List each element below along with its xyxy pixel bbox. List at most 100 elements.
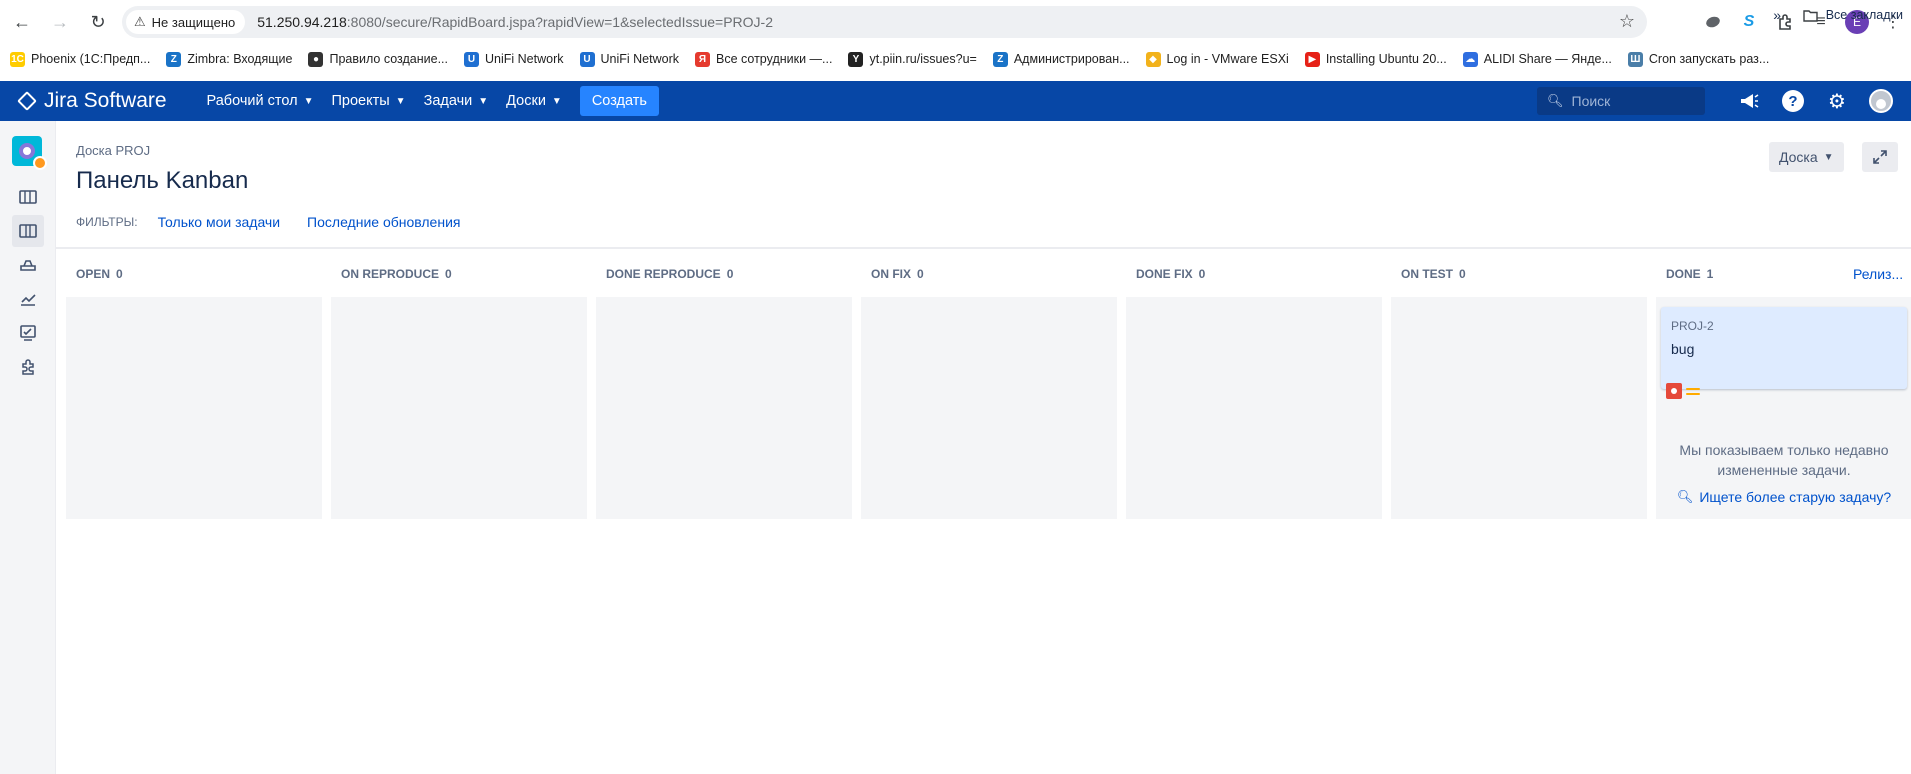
search-icon: 🔍︎ xyxy=(1676,489,1694,504)
bookmark-label: Log in - VMware ESXi xyxy=(1166,52,1289,66)
address-bar[interactable]: ⚠ Не защищено 51.250.94.218:8080/secure/… xyxy=(122,6,1647,38)
column-on-test[interactable] xyxy=(1391,297,1647,519)
bookmark-item[interactable]: ● Правило создание... xyxy=(308,51,448,67)
bookmark-label: Installing Ubuntu 20... xyxy=(1325,52,1447,66)
breadcrumb[interactable]: Доска PROJ xyxy=(76,143,150,158)
zimbra-icon: Z xyxy=(166,51,182,67)
folder-icon xyxy=(1803,9,1818,22)
column-done[interactable]: PROJ-2 bug Мы показываем только недавно … xyxy=(1656,297,1911,519)
issue-key[interactable]: PROJ-2 xyxy=(1671,319,1714,333)
all-bookmarks[interactable]: Все закладки xyxy=(1803,0,1903,30)
chevron-down-icon: ▼ xyxy=(551,95,562,107)
security-chip[interactable]: ⚠ Не защищено xyxy=(126,10,246,34)
header-right: 🔍︎ Поиск ? ⚙ xyxy=(1537,81,1903,121)
bookmark-item[interactable]: Z Zimbra: Входящие xyxy=(166,51,292,67)
unifi-icon: U xyxy=(464,51,479,67)
chevron-down-icon: ▼ xyxy=(303,95,314,107)
bookmark-item[interactable]: ☁ ALIDI Share — Янде... xyxy=(1462,51,1612,67)
sidebar-backlog-icon[interactable] xyxy=(12,181,44,213)
column-header-done-fix: DONE FIX 0 xyxy=(1136,267,1206,281)
fullscreen-expand-icon[interactable] xyxy=(1862,142,1898,172)
column-header-done: DONE 1 xyxy=(1666,267,1714,281)
jira-logo[interactable]: Jira Software xyxy=(17,89,167,113)
menu-issues-label: Задачи xyxy=(423,93,473,109)
bookmark-item[interactable]: U UniFi Network xyxy=(464,51,564,67)
create-button[interactable]: Создать xyxy=(579,86,659,116)
column-on-fix[interactable] xyxy=(861,297,1117,519)
column-header-on-fix: ON FIX 0 xyxy=(871,267,924,281)
column-done-reproduce[interactable] xyxy=(596,297,852,519)
youtube-icon: ▶ xyxy=(1304,51,1320,67)
bookmark-star-icon[interactable]: ☆ xyxy=(1619,11,1635,32)
column-done-fix[interactable] xyxy=(1126,297,1382,519)
security-label: Не защищено xyxy=(151,14,236,30)
menu-boards-label: Доски xyxy=(506,93,546,109)
column-header-on-reproduce: ON REPRODUCE 0 xyxy=(341,267,452,281)
column-header-on-test: ON TEST 0 xyxy=(1401,267,1466,281)
release-link[interactable]: Релиз... xyxy=(1853,261,1903,287)
url-text[interactable]: 51.250.94.218:8080/secure/RapidBoard.jsp… xyxy=(257,14,773,30)
extension-icon[interactable] xyxy=(1695,6,1731,38)
forward-icon[interactable]: → xyxy=(44,6,76,38)
bookmarks-overflow-icon[interactable]: » xyxy=(1773,0,1781,30)
bookmark-label: Правило создание... xyxy=(329,52,448,66)
menu-boards[interactable]: Доски ▼ xyxy=(506,93,562,109)
bookmark-item[interactable]: 1С Phoenix (1С:Предп... xyxy=(10,51,151,67)
bookmark-item[interactable]: Yyt.piin.ru/issues?u= xyxy=(848,51,977,67)
chevron-down-icon: ▼ xyxy=(1823,151,1834,163)
bookmark-label: Phoenix (1С:Предп... xyxy=(31,52,151,66)
url-path: :8080/secure/RapidBoard.jspa?rapidView=1… xyxy=(346,14,773,30)
search-placeholder: Поиск xyxy=(1571,93,1611,109)
page-title: Панель Kanban xyxy=(76,167,249,194)
user-avatar[interactable] xyxy=(1859,81,1903,121)
search-input[interactable]: 🔍︎ Поиск xyxy=(1537,87,1705,115)
column-header-done-reproduce: DONE REPRODUCE 0 xyxy=(606,267,734,281)
bug-icon xyxy=(1666,383,1682,399)
bookmark-label: ALIDI Share — Янде... xyxy=(1483,52,1612,66)
zimbra-icon: Z xyxy=(992,51,1008,67)
menu-issues[interactable]: Задачи ▼ xyxy=(424,93,489,109)
sidebar-releases-icon[interactable] xyxy=(12,249,44,281)
board-main: Доска PROJ Панель Kanban Доска ▼ ФИЛЬТРЫ:… xyxy=(56,121,1911,774)
product-name: Jira Software xyxy=(44,89,167,112)
bookmark-item[interactable]: Z Администрирован... xyxy=(992,51,1130,67)
bookmarks-bar: 1С Phoenix (1С:Предп... Z Zimbra: Входящие ●… xyxy=(0,44,1911,74)
bookmark-item[interactable]: Ш Cron запускать раз... xyxy=(1627,51,1769,67)
column-on-reproduce[interactable] xyxy=(331,297,587,519)
url-host: 51.250.94.218 xyxy=(257,14,347,30)
filter-recently-updated[interactable]: Последние обновления xyxy=(307,214,460,230)
extension-s-icon[interactable]: S xyxy=(1731,6,1767,38)
sidebar-board-icon[interactable] xyxy=(12,215,44,247)
sidebar-addons-icon[interactable] xyxy=(12,351,44,383)
bookmark-item[interactable]: ◆ Log in - VMware ESXi xyxy=(1145,51,1289,67)
bookmark-label: Администрирован... xyxy=(1013,52,1130,66)
issue-card[interactable]: PROJ-2 bug xyxy=(1661,307,1907,389)
bookmark-item[interactable]: U UniFi Network xyxy=(579,51,679,67)
filter-only-my-issues[interactable]: Только мои задачи xyxy=(158,214,280,230)
browser-toolbar: ← → ↻ ⚠ Не защищено 51.250.94.218:8080/s… xyxy=(0,0,1911,44)
sidebar-reports-icon[interactable] xyxy=(12,283,44,315)
priority-medium-icon xyxy=(1686,383,1700,399)
older-issue-search-link[interactable]: 🔍︎ Ищете более старую задачу? xyxy=(1656,489,1911,505)
menu-dashboard-label: Рабочий стол xyxy=(206,93,298,109)
notifications-megaphone-icon[interactable] xyxy=(1727,81,1771,121)
menu-projects[interactable]: Проекты ▼ xyxy=(331,93,405,109)
menu-dashboard[interactable]: Рабочий стол ▼ xyxy=(207,93,314,109)
sidebar-issues-icon[interactable] xyxy=(12,317,44,349)
board-menu-label: Доска xyxy=(1779,149,1818,165)
filters-label: ФИЛЬТРЫ: xyxy=(76,215,138,229)
board-menu-button[interactable]: Доска ▼ xyxy=(1769,142,1844,172)
bookmark-item[interactable]: ▶ Installing Ubuntu 20... xyxy=(1304,51,1447,67)
bookmark-item[interactable]: Я Все сотрудники —... xyxy=(695,51,832,67)
all-bookmarks-label: Все закладки xyxy=(1825,8,1903,22)
warning-icon: ⚠ xyxy=(134,14,146,29)
menu-projects-label: Проекты xyxy=(331,93,390,109)
youtrack-icon: Y xyxy=(848,51,864,67)
reload-icon[interactable]: ↻ xyxy=(82,6,114,38)
1c-icon: 1С xyxy=(10,51,25,67)
column-open[interactable] xyxy=(66,297,322,519)
back-icon[interactable]: ← xyxy=(6,6,38,38)
settings-gear-icon[interactable]: ⚙ xyxy=(1815,81,1859,121)
search-icon: 🔍︎ xyxy=(1547,93,1564,108)
help-icon[interactable]: ? xyxy=(1771,81,1815,121)
